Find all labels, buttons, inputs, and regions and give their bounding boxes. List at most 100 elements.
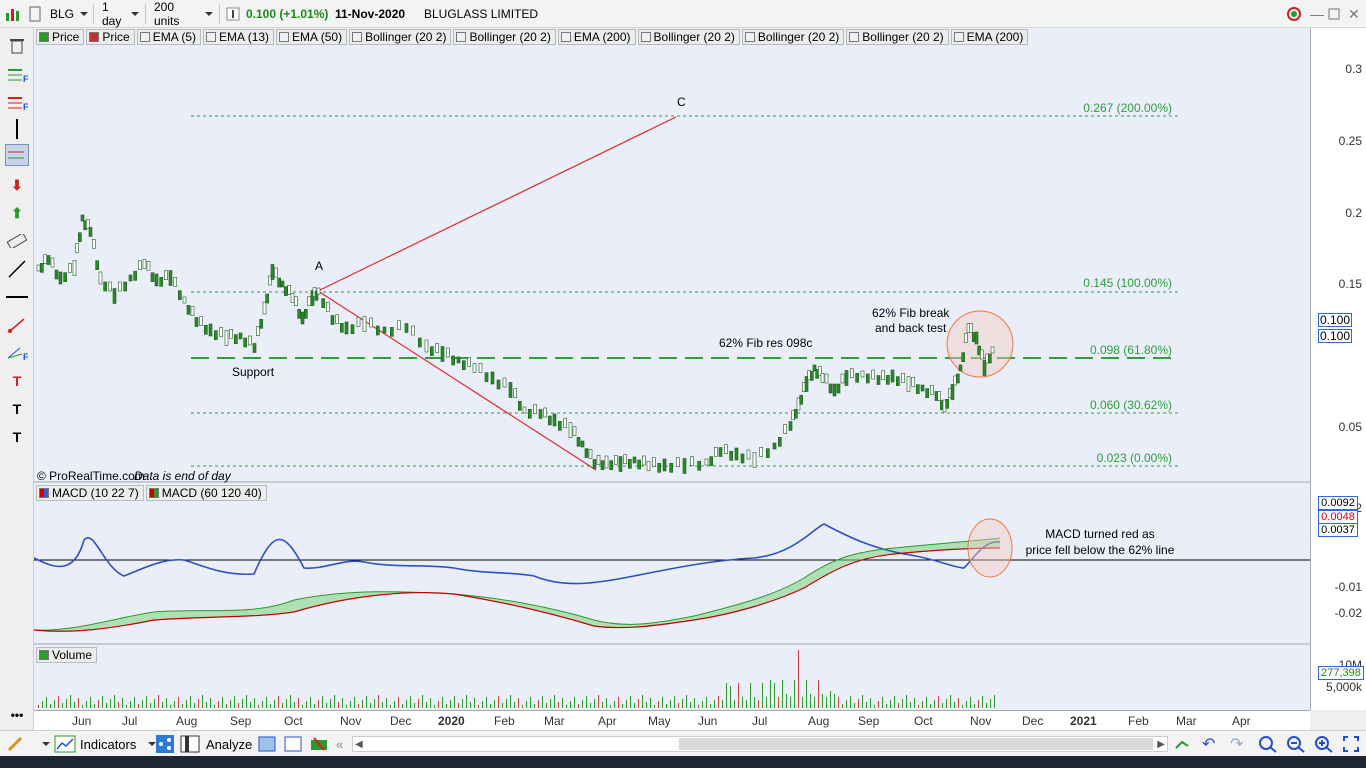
minimize-icon[interactable]: — (1310, 4, 1324, 24)
price-candle (836, 383, 841, 394)
indicator-tag[interactable]: Bollinger (20 2) (741, 29, 845, 45)
volume-bar (610, 705, 611, 708)
pencil-icon[interactable] (6, 735, 24, 753)
volume-bar (942, 703, 943, 708)
layout-icon[interactable] (258, 735, 276, 753)
volume-bar (730, 686, 731, 708)
text-icon[interactable]: T (5, 398, 29, 420)
undo-icon[interactable]: ↶ (1202, 735, 1215, 753)
trendline-icon[interactable] (5, 258, 29, 280)
symbol-selector[interactable]: BLG (44, 4, 94, 24)
symbol-label: BLG (50, 7, 75, 21)
indicators-icon[interactable] (54, 735, 76, 753)
fib-extension-icon[interactable] (5, 144, 29, 166)
volume-bar (454, 696, 455, 708)
fib-levels-icon[interactable]: F (5, 64, 29, 86)
timeframe-selector[interactable]: 1 day (96, 0, 146, 28)
price-candle (538, 409, 543, 419)
share-icon[interactable] (156, 735, 174, 753)
refresh-icon[interactable] (1284, 4, 1304, 24)
buy-arrow-icon[interactable]: ⬆ (5, 202, 29, 224)
price-chart[interactable]: 0.267 (200.00%) 0.145 (100.00%) 0.098 (6… (34, 28, 1310, 710)
indicator-tag[interactable]: Price (36, 29, 85, 45)
volume-bar (78, 698, 79, 708)
trash-icon[interactable] (5, 34, 29, 56)
ruler-icon[interactable] (5, 230, 29, 252)
zoom-out-icon[interactable] (1286, 735, 1306, 753)
link-icon[interactable] (28, 4, 42, 24)
indicators-button[interactable]: Indicators (80, 735, 136, 753)
horizontal-line-icon[interactable] (5, 286, 29, 308)
scroll-first-icon[interactable]: « (336, 735, 343, 753)
scroll-right-icon[interactable]: ▶ (1157, 739, 1165, 750)
menu-dropdown[interactable] (36, 735, 50, 753)
price-candle (451, 355, 455, 366)
fib-fan-icon[interactable]: F (5, 342, 29, 364)
indicator-tag[interactable]: Bollinger (20 2) (453, 29, 556, 45)
indicators-dropdown[interactable] (142, 735, 156, 753)
vertical-line-icon[interactable] (5, 118, 29, 140)
price-candle (321, 298, 325, 308)
tools-icon[interactable] (310, 735, 328, 753)
price-candle (456, 356, 461, 364)
analyze-icon[interactable] (180, 735, 200, 753)
macd-tag-1[interactable]: MACD (10 22 7) (36, 485, 144, 501)
price-candle (508, 382, 513, 398)
volume-bar (522, 705, 523, 708)
price-candle (974, 331, 979, 345)
volume-tag[interactable]: Volume (36, 647, 98, 663)
volume-bar (126, 705, 127, 708)
volume-bar (738, 683, 739, 708)
indicator-tag[interactable]: EMA (200) (557, 29, 636, 45)
time-axis-label: Jul (122, 714, 138, 728)
volume-bar (574, 697, 575, 708)
indicator-tag[interactable]: EMA (13) (203, 29, 275, 45)
indicator-tag[interactable]: Bollinger (20 2) (637, 29, 740, 45)
indicator-tag[interactable]: Price (86, 29, 135, 45)
close-icon[interactable]: ✕ (1348, 4, 1360, 24)
volume-bar (802, 697, 803, 708)
text-red-icon[interactable]: T (5, 370, 29, 392)
time-axis[interactable]: Jun Jul Aug Sep Oct Nov Dec 2020 Feb Mar Apr May Jun… (34, 710, 1310, 730)
volume-bar (850, 696, 851, 708)
indicator-tag[interactable]: EMA (50) (276, 29, 348, 45)
macd-tag-2[interactable]: MACD (60 120 40) (145, 485, 267, 501)
volume-bar (514, 702, 515, 708)
maximize-icon[interactable] (1328, 4, 1340, 24)
volume-bar (710, 704, 711, 708)
zoom-in-icon[interactable] (1314, 735, 1334, 753)
volume-bar (194, 703, 195, 708)
price-candle (543, 407, 547, 418)
units-selector[interactable]: 200 units (148, 0, 220, 28)
volume-bar (290, 695, 291, 708)
horizontal-scrollbar[interactable]: ◀ ▶ (352, 736, 1168, 752)
scrollbar-thumb[interactable] (679, 738, 1153, 750)
indicator-tag[interactable]: Bollinger (20 2) (846, 29, 949, 45)
indicator-tag-label: Price (52, 30, 80, 44)
scroll-left-icon[interactable]: ◀ (355, 739, 363, 750)
indicator-tag[interactable]: Bollinger (20 2) (349, 29, 452, 45)
time-axis-label: 2020 (438, 714, 465, 728)
chart-area[interactable]: 0.267 (200.00%) 0.145 (100.00%) 0.098 (6… (34, 28, 1310, 710)
price-highlight-circle (946, 310, 1014, 378)
zoom-selection-icon[interactable] (1258, 735, 1278, 753)
volume-bar (502, 703, 503, 708)
text-bold-icon[interactable]: T (5, 426, 29, 448)
sell-arrow-icon[interactable]: ⬇ (5, 174, 29, 196)
more-tools-icon[interactable]: ••• (5, 704, 29, 726)
info-icon[interactable] (226, 4, 240, 24)
fullscreen-icon[interactable] (1342, 735, 1360, 753)
price-tick: 0.15 (1338, 277, 1362, 291)
volume-bar (946, 699, 947, 708)
indicator-tag[interactable]: EMA (200) (950, 29, 1029, 45)
price-axis[interactable]: 0.3 0.25 0.2 0.15 0.05 0.02 -0.01 -0.02 … (1310, 28, 1366, 710)
fib-retracement-icon[interactable]: F (5, 92, 29, 114)
ray-icon[interactable] (5, 314, 29, 336)
analyze-button[interactable]: Analyze (206, 735, 252, 753)
redo-icon[interactable]: ↷ (1230, 735, 1243, 753)
price-candle (945, 399, 949, 409)
chart-window-icon[interactable] (284, 735, 302, 753)
indicator-tag[interactable]: EMA (5) (136, 29, 202, 45)
chart-app-icon[interactable] (4, 4, 24, 24)
auto-scroll-icon[interactable] (1174, 735, 1194, 753)
